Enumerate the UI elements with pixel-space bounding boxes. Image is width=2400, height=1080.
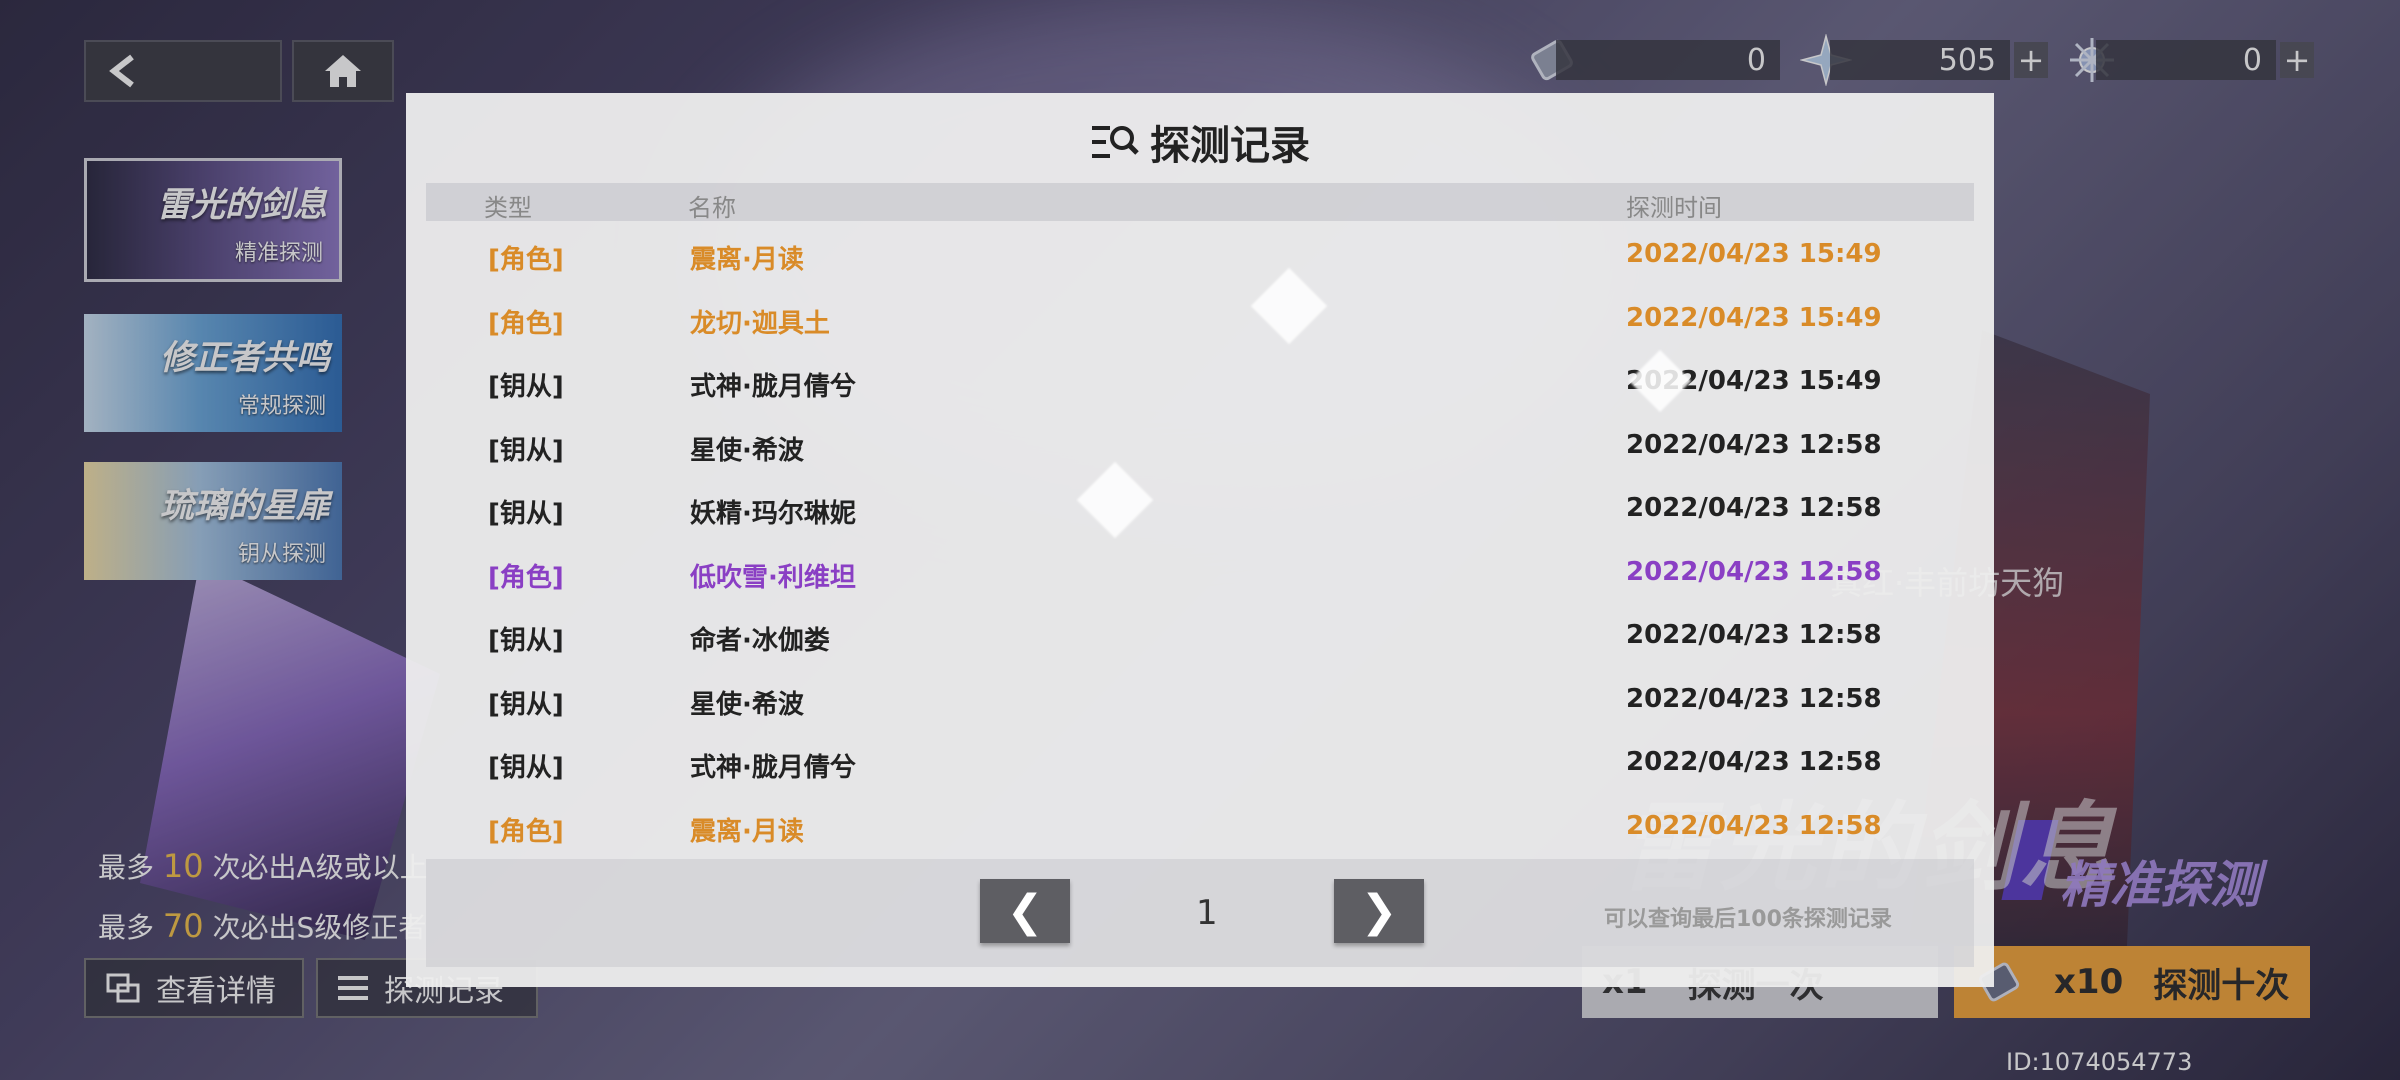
row-name: 震离·月读: [690, 816, 804, 847]
table-row: [钥从] 式神·胧月倩兮 2022/04/23 15:49: [426, 348, 1974, 412]
row-type: [钥从]: [488, 753, 564, 783]
row-name: 低吹雪·利维坦: [690, 562, 856, 593]
dialog-title-text: 探测记录: [1150, 123, 1310, 169]
row-type: [角色]: [488, 562, 564, 593]
row-name: 龙切·迦具土: [690, 308, 830, 339]
row-type: [角色]: [488, 245, 564, 275]
page-number: 1: [1196, 893, 1218, 933]
record-table-body: [角色] 震离·月读 2022/04/23 15:49 [角色] 龙切·迦具土 …: [426, 221, 1974, 856]
row-name: 星使·希波: [690, 435, 804, 466]
table-row: [角色] 龙切·迦具土 2022/04/23 15:49: [426, 285, 1974, 349]
row-type: [钥从]: [488, 499, 564, 529]
pagination-bar: ❮ 1 ❯ 可以查询最后100条探测记录: [426, 859, 1974, 967]
row-time: 2022/04/23 12:58: [1626, 747, 1882, 777]
row-type: [角色]: [488, 816, 564, 847]
table-row: [角色] 震离·月读 2022/04/23 15:49: [426, 221, 1974, 285]
row-time: 2022/04/23 12:58: [1626, 429, 1882, 460]
row-time: 2022/04/23 15:49: [1626, 302, 1882, 333]
chevron-left-icon: ❮: [1006, 885, 1044, 937]
row-time: 2022/04/23 12:58: [1626, 556, 1882, 587]
row-type: [钥从]: [488, 435, 564, 466]
row-time: 2022/04/23 12:58: [1626, 810, 1882, 841]
row-name: 式神·胧月倩兮: [690, 372, 856, 402]
row-time: 2022/04/23 12:58: [1626, 683, 1882, 714]
row-type: [钥从]: [488, 626, 564, 656]
record-limit-note: 可以查询最后100条探测记录: [1604, 907, 1892, 932]
header-type: 类型: [484, 194, 532, 222]
record-dialog: 探测记录 类型 名称 探测时间 [角色] 震离·月读 2022/04/23 15…: [406, 93, 1994, 987]
table-row: [钥从] 星使·希波 2022/04/23 12:58: [426, 666, 1974, 730]
table-row: [钥从] 式神·胧月倩兮 2022/04/23 12:58: [426, 729, 1974, 793]
row-time: 2022/04/23 12:58: [1626, 493, 1882, 523]
row-type: [钥从]: [488, 689, 564, 720]
row-time: 2022/04/23 15:49: [1626, 239, 1882, 269]
dialog-title: 探测记录: [406, 113, 1994, 171]
chevron-right-icon: ❯: [1360, 885, 1398, 937]
row-time: 2022/04/23 12:58: [1626, 620, 1882, 650]
row-type: [角色]: [488, 308, 564, 339]
record-search-icon: [1092, 126, 1139, 158]
header-name: 名称: [688, 194, 736, 222]
table-row: [钥从] 命者·冰伽娄 2022/04/23 12:58: [426, 602, 1974, 666]
row-type: [钥从]: [488, 372, 564, 402]
row-name: 命者·冰伽娄: [690, 626, 830, 656]
table-row: [钥从] 星使·希波 2022/04/23 12:58: [426, 412, 1974, 476]
row-name: 震离·月读: [690, 245, 804, 275]
row-name: 式神·胧月倩兮: [690, 753, 856, 783]
row-name: 星使·希波: [690, 689, 804, 720]
record-table-header: 类型 名称 探测时间: [426, 183, 1974, 222]
row-name: 妖精·玛尔琳妮: [690, 499, 856, 529]
header-time: 探测时间: [1626, 194, 1722, 222]
table-row: [角色] 震离·月读 2022/04/23 12:58: [426, 793, 1974, 857]
prev-page-button[interactable]: ❮: [980, 879, 1070, 943]
table-row: [钥从] 妖精·玛尔琳妮 2022/04/23 12:58: [426, 475, 1974, 539]
next-page-button[interactable]: ❯: [1334, 879, 1424, 943]
table-row: [角色] 低吹雪·利维坦 2022/04/23 12:58: [426, 539, 1974, 603]
